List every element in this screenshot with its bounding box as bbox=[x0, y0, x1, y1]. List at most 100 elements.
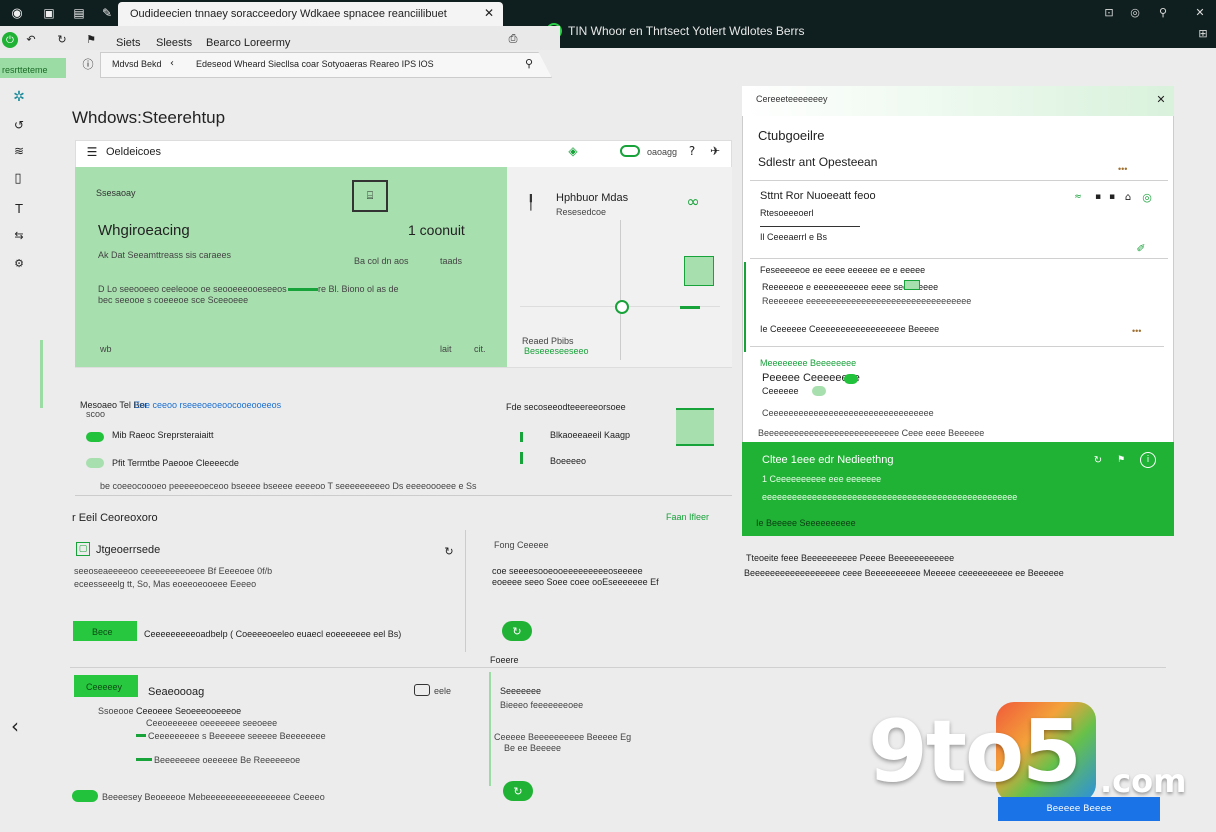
sidebar-page-icon[interactable]: ▯ bbox=[8, 168, 28, 188]
extension-icon[interactable]: ⊞ bbox=[1196, 26, 1210, 40]
rp-lock-icon[interactable]: ⌂ bbox=[1122, 191, 1134, 203]
toggle-1[interactable] bbox=[86, 432, 104, 442]
toggle-icon[interactable] bbox=[620, 145, 640, 157]
help-icon[interactable]: ? bbox=[686, 144, 698, 158]
minimize-icon[interactable]: ⊡ bbox=[1102, 5, 1116, 19]
location-icon[interactable]: ◈ bbox=[566, 144, 580, 158]
rp-cta-line-3[interactable]: Ie Beeeee Seeeeeeeeee bbox=[756, 518, 856, 528]
sidebar-settings-icon[interactable]: ⚙ bbox=[10, 254, 28, 272]
section2-button-label: Bece bbox=[92, 627, 113, 637]
section3-right-title: Seeeeeee bbox=[500, 686, 542, 696]
share-icon[interactable]: ⚲ bbox=[1156, 5, 1170, 19]
watermark-button-label: Beeeee Beeee bbox=[1046, 804, 1112, 814]
sidebar-link-icon[interactable]: ⇆ bbox=[10, 226, 28, 244]
sidebar-layers-icon[interactable]: ≋ bbox=[10, 142, 28, 160]
plane-icon[interactable]: ✈ bbox=[706, 144, 724, 158]
nav-item-1[interactable]: Siets bbox=[116, 37, 140, 49]
item-refresh-icon[interactable]: ↻ bbox=[442, 544, 456, 558]
section3-toggle[interactable] bbox=[72, 790, 98, 802]
rp-cta-line-2: eeeeeeeeeeeeeeeeeeeeeeeeeeeeeeeeeeeeeeee… bbox=[762, 492, 1018, 502]
info-icon[interactable]: ⓘ bbox=[80, 56, 96, 72]
sidebar-text-icon[interactable]: T bbox=[10, 200, 28, 218]
options-left-link[interactable]: Eoe ceeoo rseeeoeoeoocooeooeeos bbox=[134, 400, 281, 410]
page-action-icon[interactable]: ⎙ bbox=[506, 32, 520, 46]
right-panel-close-icon[interactable]: ✕ bbox=[1154, 92, 1168, 106]
sidebar-tool-icon[interactable]: ✲ bbox=[10, 88, 28, 106]
back-icon[interactable]: ↶ bbox=[24, 32, 38, 46]
tab-close-icon[interactable]: ✕ bbox=[482, 6, 496, 20]
rp-row-1: Sttnt Ror Nuoeeatt feoo bbox=[760, 190, 876, 202]
power-icon[interactable]: ⏻ bbox=[2, 32, 18, 48]
reload-icon[interactable]: ↻ bbox=[52, 32, 72, 46]
address-search-icon[interactable]: ⚲ bbox=[522, 56, 536, 70]
row-3-marker bbox=[136, 734, 146, 737]
hero-foot-right: cit. bbox=[474, 344, 486, 354]
nav-item-3[interactable]: Bearco Loreermy bbox=[206, 37, 290, 49]
section3-icon-label: eele bbox=[434, 686, 452, 696]
rp-block-2-title: Meeeeeeee Beeeeeeee bbox=[760, 358, 857, 368]
rp-block-1-title: Feseeeeeoe ee eeee eeeeee ee e eeeee bbox=[760, 265, 926, 275]
toggle-1-label: Mib Raeoc Sreprsteraiaitt bbox=[112, 430, 214, 440]
option-right-item-2[interactable]: Boeeeeo bbox=[550, 456, 586, 466]
list-icon[interactable]: ☰ bbox=[84, 144, 100, 160]
hero-chart-icon: ⌸ bbox=[352, 180, 388, 212]
hero-side-foot-2: Beseeeseeseeo bbox=[524, 346, 589, 356]
rp-wifi-icon[interactable]: ≈ bbox=[1070, 192, 1086, 202]
sidebar-refresh-icon[interactable]: ↺ bbox=[10, 116, 28, 134]
sidebar-icon[interactable]: ▤ bbox=[70, 4, 88, 22]
watermark-domain: .com bbox=[1100, 762, 1187, 800]
option-right-item-1[interactable]: Blkaoeeaeeil Kaagp bbox=[550, 430, 630, 440]
sidebar-scroll-indicator[interactable] bbox=[40, 340, 43, 408]
options-left-sub: scoo bbox=[86, 409, 106, 419]
chevron-left-icon[interactable]: ‹ bbox=[166, 56, 178, 70]
section2-link[interactable]: Faan Ifleer bbox=[666, 512, 709, 522]
rp-divider-3 bbox=[750, 346, 1164, 347]
options-footnote: be coeeocoooeo peeeeeoeceoo bseeee bseee… bbox=[100, 481, 477, 491]
edit-icon[interactable]: ✎ bbox=[98, 4, 116, 22]
section2-item-title: Jtgeoerrsede bbox=[96, 544, 161, 556]
rp-block-1-chip[interactable] bbox=[904, 280, 920, 290]
target-dot[interactable] bbox=[615, 300, 629, 314]
rp-edit-icon[interactable]: ✐ bbox=[1134, 242, 1148, 255]
section3-row-4: Beeeeeeee oeeeeee Be Reeeeeeoe bbox=[154, 755, 301, 765]
hero-label: Ssesaoay bbox=[96, 188, 136, 198]
hero-foot-left: wb bbox=[100, 344, 112, 354]
section3-footer: Beeeesey Beoeeeoe Mebeeeeeeeeeeeeeeeee C… bbox=[102, 792, 325, 802]
section2-title: r Eeil Ceoreoxoro bbox=[72, 512, 158, 524]
close-window-icon[interactable]: ✕ bbox=[1192, 5, 1208, 19]
link-icon[interactable]: ∞ bbox=[680, 192, 706, 211]
section2-action-button[interactable]: ↻ bbox=[502, 621, 532, 641]
nav-item-2[interactable]: Sleests bbox=[156, 37, 192, 49]
camera-icon[interactable] bbox=[414, 684, 430, 696]
watermark-button[interactable]: Beeeee Beeee bbox=[998, 797, 1160, 821]
target-handle[interactable] bbox=[680, 306, 700, 309]
toggle-2[interactable] bbox=[86, 458, 104, 468]
section3-row-3: Ceeeeeeeee s Beeeeee seeeee Beeeeeeee bbox=[148, 731, 326, 741]
rp-block-2-chip[interactable] bbox=[844, 374, 858, 384]
rp-block-2-line-3: Ceeeeeeeeeeeeeeeeeeeeeeeeeeeeeeeee bbox=[762, 408, 934, 418]
collapse-sidebar-icon[interactable]: ‹ bbox=[6, 714, 24, 738]
green-square bbox=[684, 256, 714, 286]
restore-icon[interactable]: ◎ bbox=[1128, 5, 1142, 19]
rp-signal-icon[interactable]: ▪ bbox=[1092, 192, 1104, 202]
option-marker-2 bbox=[520, 452, 523, 464]
tabs-icon[interactable]: ▣ bbox=[40, 4, 58, 22]
stars-indicator: ••• bbox=[1118, 164, 1128, 174]
section3-right-sub: Bieeeo feeeeeeeoee bbox=[500, 700, 584, 710]
rp-block-2-chip-2[interactable] bbox=[812, 386, 826, 396]
rp-battery-icon[interactable]: ▪ bbox=[1106, 192, 1118, 202]
below-panel-line: Beeeeeeeeeeeeeeeeee ceee Beeeeeeeeee Mee… bbox=[744, 568, 1064, 578]
section3-action-button[interactable]: ↻ bbox=[503, 781, 533, 801]
option-marker-1 bbox=[520, 432, 523, 442]
rp-cta-refresh-icon[interactable]: ↻ bbox=[1092, 454, 1104, 466]
rp-cta-flag-icon[interactable]: ⚑ bbox=[1112, 454, 1130, 466]
section3-title: Foeere bbox=[490, 655, 519, 665]
browser-menu-icon[interactable]: ◉ bbox=[8, 4, 26, 22]
rp-cta-info-icon[interactable]: i bbox=[1140, 452, 1156, 468]
rp-check-icon[interactable]: ◎ bbox=[1140, 190, 1154, 204]
rp-row-1-sub2: Il Ceeeaerrl e Bs bbox=[760, 232, 828, 242]
rp-cta-line-1: 1 Ceeeeeeeeee eee eeeeeee bbox=[762, 474, 882, 484]
bookmark-icon[interactable]: ⚑ bbox=[84, 32, 98, 46]
options-preview[interactable] bbox=[676, 408, 714, 446]
right-panel-title: Ctubgoeilre bbox=[758, 128, 825, 143]
